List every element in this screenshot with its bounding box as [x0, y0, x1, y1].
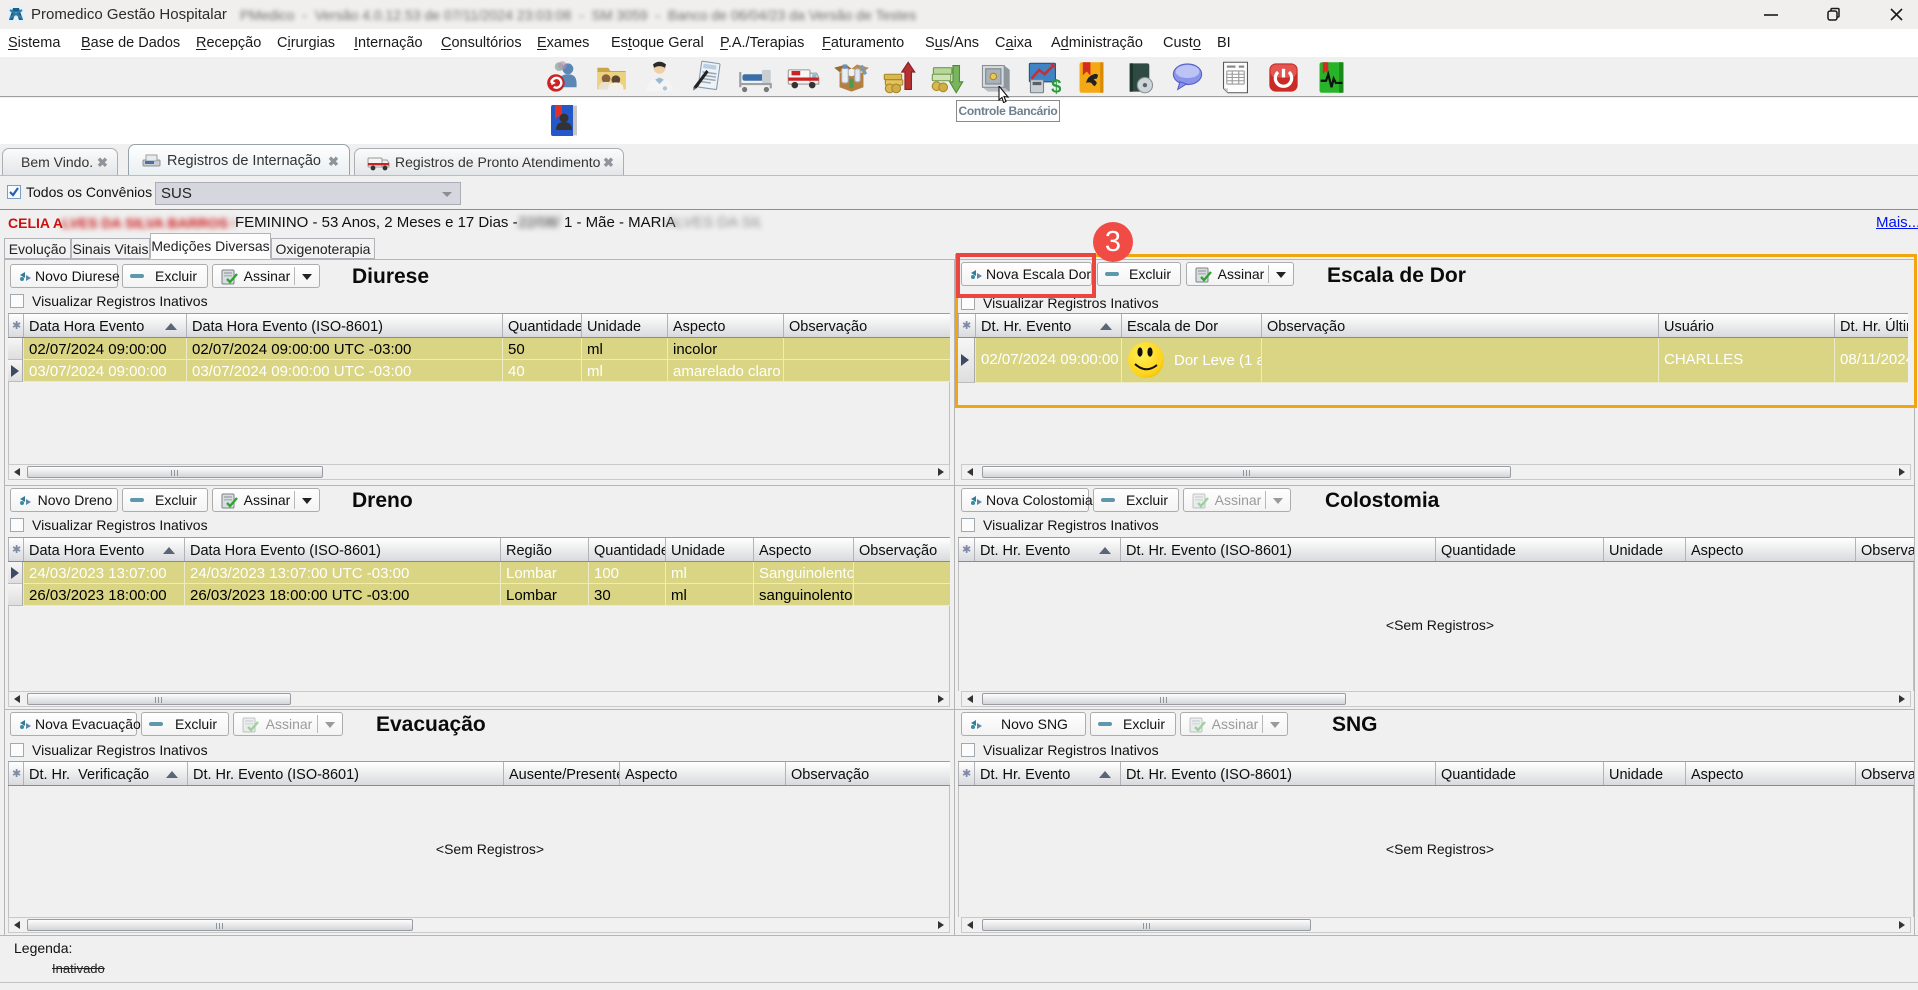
- svg-text:$: $: [1051, 76, 1062, 96]
